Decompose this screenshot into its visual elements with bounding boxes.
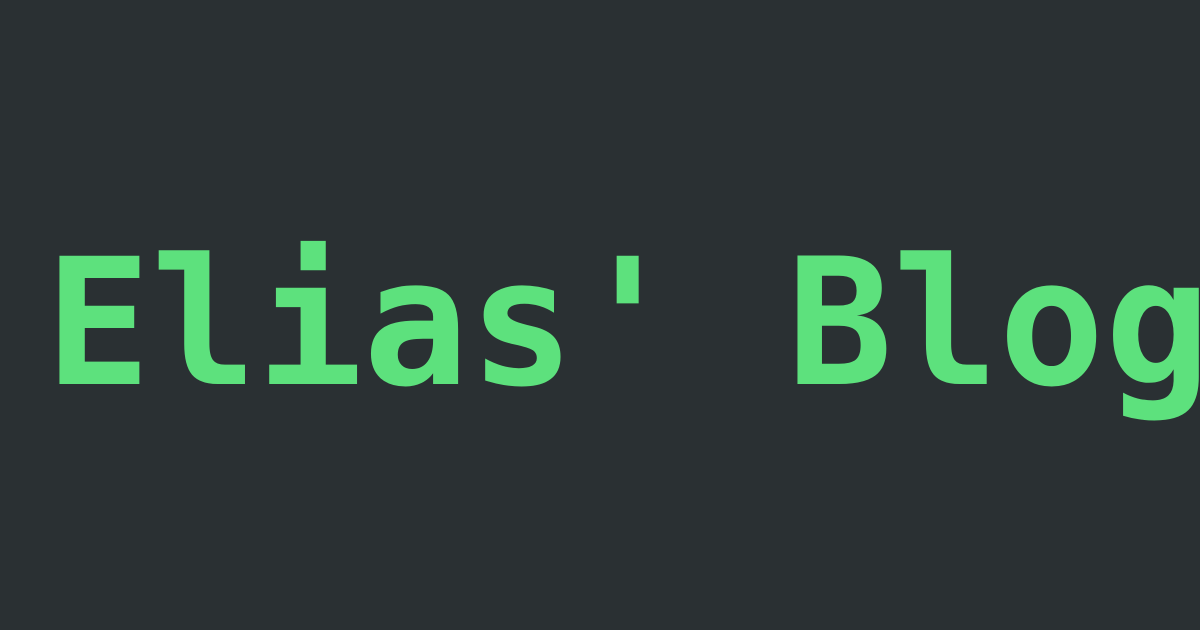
blog-title: Elias' Blog: [45, 221, 1200, 426]
social-preview-card: Elias' Blog: [0, 0, 1200, 630]
